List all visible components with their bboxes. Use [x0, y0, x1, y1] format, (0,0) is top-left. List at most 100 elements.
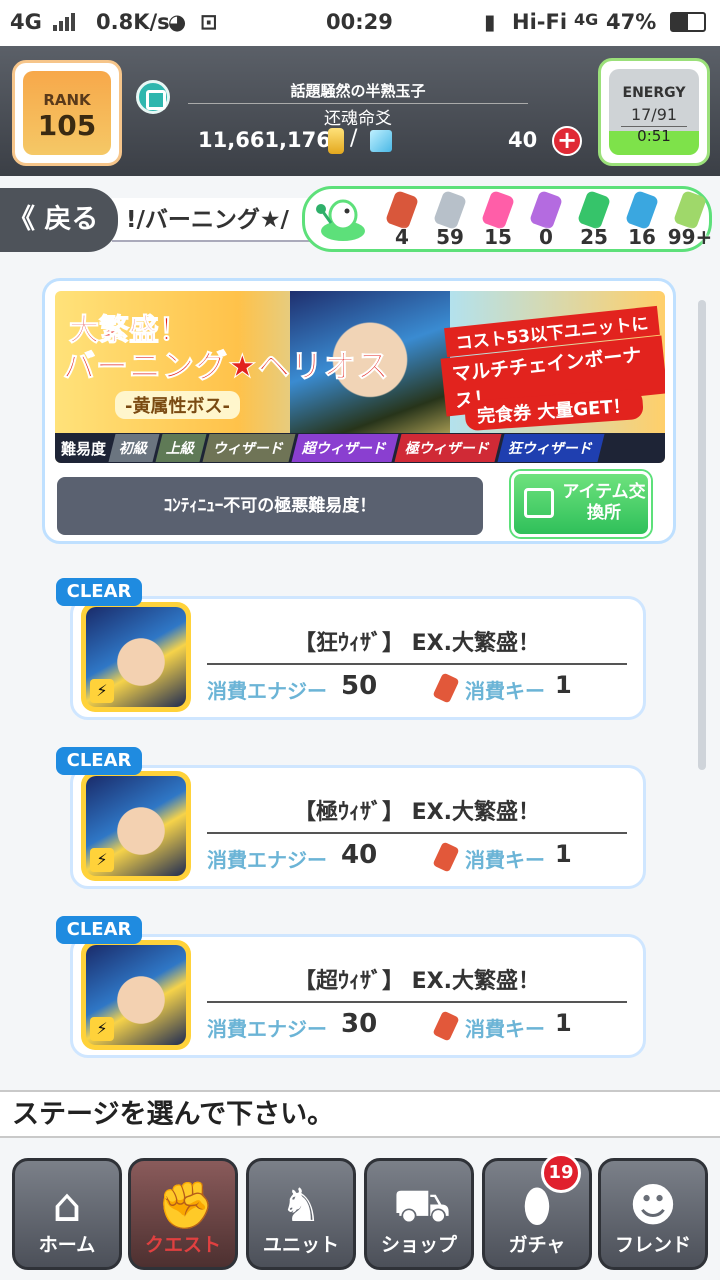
key-item: 0: [523, 189, 569, 249]
key-cost-icon: [432, 672, 460, 704]
stage-name: 【狂ｳｨｻﾞ】 EX.大繁盛！: [207, 625, 627, 665]
gold-coin-icon: [328, 128, 344, 154]
item-exchange-label: アイテム交換所: [562, 482, 646, 523]
stage-title-strip: !/バーニング★/: [112, 198, 312, 242]
boss-face: ⚡: [86, 776, 186, 876]
key-count: 15: [484, 225, 512, 249]
unit-rabbit-icon: ♞: [280, 1178, 322, 1232]
guild-icon[interactable]: [136, 80, 170, 114]
scrollbar[interactable]: [698, 300, 706, 770]
difficulty-tab[interactable]: 狂ウィザード: [497, 434, 605, 462]
rank-value: 105: [37, 109, 97, 142]
notification-badge: 19: [541, 1153, 581, 1193]
key-item: 25: [571, 189, 617, 249]
player-name: 还魂命爻: [324, 109, 392, 129]
event-banner[interactable]: 大繁盛！ バーニング★ヘリオス -黄属性ボス- コスト53以下ユニットに マルチ…: [55, 291, 665, 463]
network-speed: 0.8K/s: [96, 10, 170, 34]
energy-label: ENERGY: [622, 85, 686, 101]
clear-badge: CLEAR: [56, 578, 142, 606]
network2-label: 4G: [574, 10, 599, 29]
add-gems-button[interactable]: +: [552, 126, 582, 156]
shop-cart-icon: ⛟: [393, 1178, 451, 1232]
difficulty-info: ｺﾝﾃｨﾆｭｰ不可の極悪難易度！: [57, 477, 483, 535]
run-icon: ⚡: [90, 848, 114, 872]
stage-boss-thumbnail: ⚡: [81, 602, 191, 712]
key-item: 59: [427, 189, 473, 249]
boss-face: ⚡: [86, 945, 186, 1045]
wifi-label: Hi-Fi: [512, 10, 568, 34]
difficulty-tab[interactable]: 極ウィザード: [394, 434, 502, 462]
key-cost-label: 消費キー: [465, 848, 545, 872]
difficulty-tab[interactable]: 上級: [155, 434, 207, 462]
stage-name: 【超ｳｨｻﾞ】 EX.大繁盛！: [207, 963, 627, 1003]
key-cost-value: 1: [555, 1009, 572, 1037]
gold-value: 11,661,176: [198, 128, 331, 152]
bottom-nav: ⌂ ホーム ✊ クエスト ♞ ユニット ⛟ ショップ ⬮ ガチャ 19 ☻ フレンド: [0, 1150, 720, 1280]
nav-button[interactable]: ✊ クエスト: [128, 1158, 238, 1270]
gem-icon: [370, 130, 392, 152]
energy-box[interactable]: ENERGY 17/91 0:51: [598, 58, 710, 166]
key-count: 0: [539, 225, 553, 249]
stage-card[interactable]: ⚡ 【狂ｳｨｻﾞ】 EX.大繁盛！ 消費エナジー 50 消費キー 1: [70, 596, 646, 720]
gem-value: 40: [508, 128, 538, 152]
key-count: 99+: [667, 225, 713, 249]
rank-box[interactable]: RANK 105: [12, 60, 122, 166]
banner-event-name: バーニング★ヘリオス: [63, 347, 390, 386]
nav-button[interactable]: ⬮ ガチャ 19: [482, 1153, 592, 1270]
energy-timer: 0:51: [621, 126, 687, 145]
energy-cost-value: 40: [341, 840, 378, 870]
energy-cost-label: 消費エナジー: [207, 1017, 327, 1041]
cart-icon: [524, 488, 554, 518]
stage-boss-thumbnail: ⚡: [81, 940, 191, 1050]
energy-cost-label: 消費エナジー: [207, 848, 327, 872]
nav-button[interactable]: ☻ フレンド: [598, 1158, 708, 1270]
key-cost-label: 消費キー: [465, 679, 545, 703]
player-title: 話題騒然の半熟玉子: [188, 80, 528, 104]
nav-button[interactable]: ⛟ ショップ: [364, 1158, 474, 1270]
difficulty-bar: 難易度 初級 上級 ウィザード 超ウィザード 極ウィザード 狂ウィザード: [55, 433, 665, 463]
nav-label: フレンド: [614, 1234, 691, 1256]
boss-face: ⚡: [86, 607, 186, 707]
key-count: 16: [628, 225, 656, 249]
battery-saver-icon: ▮: [484, 10, 496, 34]
difficulty-tab[interactable]: 超ウィザード: [291, 434, 399, 462]
stage-boss-thumbnail: ⚡: [81, 771, 191, 881]
item-exchange-button[interactable]: アイテム交換所: [511, 471, 651, 537]
banner-boss-attribute: -黄属性ボス-: [115, 391, 240, 419]
nav-button[interactable]: ⌂ ホーム: [12, 1158, 122, 1270]
rank-label: RANK: [43, 91, 91, 109]
instruction-text: ステージを選んで下さい。: [0, 1090, 720, 1138]
difficulty-tab[interactable]: ウィザード: [202, 434, 296, 462]
key-cost-icon: [432, 841, 460, 873]
key-item: 15: [475, 189, 521, 249]
nav-label: ガチャ: [508, 1234, 566, 1256]
nav-label: ユニット: [262, 1234, 339, 1256]
energy-value: 17/91: [630, 105, 678, 124]
clock: 00:29: [326, 10, 393, 34]
battery-percent: 47%: [606, 10, 657, 34]
key-item: 4: [379, 189, 425, 249]
globe-icon: ◕: [168, 10, 187, 34]
nav-button[interactable]: ♞ ユニット: [246, 1158, 356, 1270]
screenshot-icon: ⊡: [200, 10, 218, 34]
energy-cost-value: 30: [341, 1009, 378, 1039]
nav-label: ホーム: [38, 1234, 96, 1256]
difficulty-label: 難易度: [61, 439, 107, 458]
network-indicator: 4G: [10, 10, 76, 34]
stage-card[interactable]: ⚡ 【極ｳｨｻﾞ】 EX.大繁盛！ 消費エナジー 40 消費キー 1: [70, 765, 646, 889]
keys-panel[interactable]: 4 59 15 0 25 16 99+: [302, 186, 712, 252]
key-item: 16: [619, 189, 665, 249]
run-icon: ⚡: [90, 679, 114, 703]
clear-badge: CLEAR: [56, 747, 142, 775]
back-button[interactable]: 《 戻る: [0, 188, 118, 252]
quest-handshake-icon: ✊: [157, 1178, 215, 1232]
key-cost-label: 消費キー: [465, 1017, 545, 1041]
stage-card[interactable]: ⚡ 【超ｳｨｻﾞ】 EX.大繁盛！ 消費エナジー 30 消費キー 1: [70, 934, 646, 1058]
key-cost-icon: [432, 1010, 460, 1042]
clear-badge: CLEAR: [56, 916, 142, 944]
energy-cost-label: 消費エナジー: [207, 679, 327, 703]
status-bar: 4G 0.8K/s ◕ ⊡ 00:29 ▮ Hi-Fi 4G 47%: [0, 0, 720, 46]
difficulty-tab[interactable]: 初級: [108, 434, 160, 462]
friend-icon: ☻: [629, 1178, 677, 1232]
energy-cost-value: 50: [341, 671, 378, 701]
